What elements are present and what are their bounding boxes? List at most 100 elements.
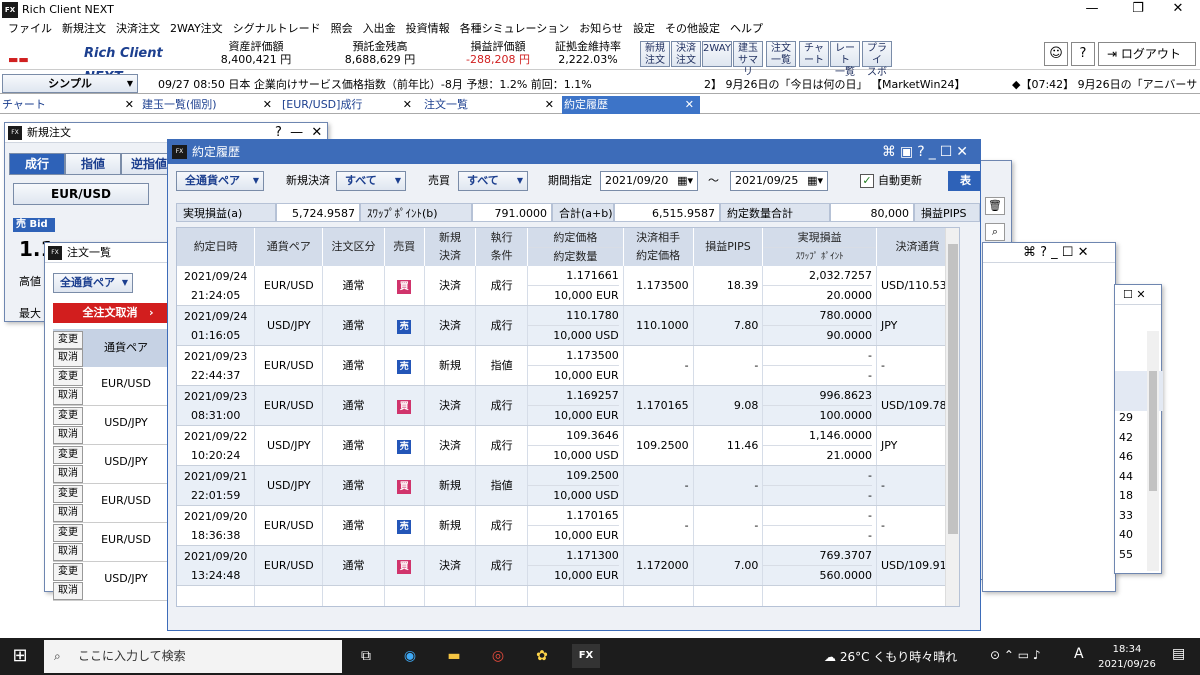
menu-item-9[interactable]: お知らせ <box>575 20 629 38</box>
cancel-order-button[interactable]: 取消 <box>53 582 83 600</box>
news-ticker-1[interactable]: 2】 9月26日の「今日は何の日」 【MarketWin24】 <box>704 76 965 92</box>
table-row[interactable]: 2021/09/23 22:44:37 EUR/USD 通常売新規 指値 1.173500… <box>177 345 959 386</box>
menu-item-5[interactable]: 照会 <box>327 20 359 38</box>
tab-market-order[interactable]: 成行 <box>9 153 65 175</box>
newclose-select[interactable]: すべて ▼ <box>336 171 406 191</box>
close-button[interactable]: ✕ <box>1156 0 1200 20</box>
change-order-button[interactable]: 変更 <box>53 368 83 386</box>
calendar-icon[interactable]: ▦▾ <box>807 172 823 190</box>
menu-item-10[interactable]: 設定 <box>629 20 661 38</box>
clock[interactable]: 18:34 2021/09/26 <box>1092 642 1162 672</box>
tool-button-2[interactable]: 2WAY <box>702 41 732 67</box>
tool-button-4[interactable]: 注文 一覧 <box>766 41 796 67</box>
window-buttons[interactable]: ⌘▣?_☐✕ <box>882 140 972 164</box>
windows-start-icon[interactable]: ⊞ <box>8 644 32 668</box>
maximize-button[interactable]: ❐ <box>1116 0 1160 20</box>
currency-pair-select[interactable]: EUR/USD <box>13 183 149 205</box>
change-order-button[interactable]: 変更 <box>53 524 83 542</box>
tab-4[interactable]: 約定履歴 ✕ <box>562 96 700 114</box>
side-select[interactable]: すべて ▼ <box>458 171 528 191</box>
explorer-icon[interactable]: ▬ <box>442 644 466 668</box>
order-filter-select[interactable]: 全通貨ペア ▼ <box>53 273 133 293</box>
order-row[interactable]: 変更 取消 USD/JPY <box>53 406 183 445</box>
help-icon[interactable]: ? <box>1071 42 1095 66</box>
tab-close-icon[interactable]: ✕ <box>403 96 412 114</box>
chrome-icon[interactable]: ◎ <box>486 644 510 668</box>
tab-close-icon[interactable]: ✕ <box>545 96 554 114</box>
zoom-icon[interactable]: ⌕ <box>985 223 1005 241</box>
app-icon-2[interactable]: ✿ <box>530 644 554 668</box>
menu-item-8[interactable]: 各種シミュレーション <box>456 20 576 38</box>
task-view-icon[interactable]: ⧉ <box>354 644 378 668</box>
fx-app-icon[interactable]: FX <box>572 644 600 668</box>
minimize-button[interactable]: — <box>1070 0 1114 20</box>
tool-button-3[interactable]: 建玉 サマリ <box>733 41 763 78</box>
table-row[interactable]: 2021/09/20 13:24:48 EUR/USD 通常買決済 成行 1.171300… <box>177 545 959 586</box>
ime-indicator[interactable]: A <box>1074 646 1084 662</box>
window-buttons[interactable]: ⌘ ? _ ☐ ✕ <box>1023 243 1088 263</box>
order-row[interactable]: 変更 取消 USD/JPY <box>53 562 183 601</box>
taskbar-search[interactable]: ⌕ ここに入力して検索 <box>44 640 342 673</box>
scrollbar[interactable] <box>1147 331 1159 571</box>
tray-icons[interactable]: ⊙ ⌃ ▭ ♪ <box>990 648 1041 662</box>
edge-icon[interactable]: ◉ <box>398 644 422 668</box>
order-row[interactable]: 変更 取消 EUR/USD <box>53 484 183 523</box>
change-order-button[interactable]: 変更 <box>53 563 83 581</box>
cancel-order-button[interactable]: 取消 <box>53 387 83 405</box>
notification-icon[interactable]: ▤ <box>1172 646 1185 662</box>
cancel-all-button[interactable]: 全注文取消 › <box>53 303 183 323</box>
order-row[interactable]: 変更 取消 USD/JPY <box>53 445 183 484</box>
menu-item-7[interactable]: 投資情報 <box>402 20 456 38</box>
col-side[interactable]: 売買 <box>384 228 425 266</box>
calendar-icon[interactable]: ▦▾ <box>677 172 693 190</box>
logout-button[interactable]: ⇥ ログアウト <box>1098 42 1196 66</box>
table-row[interactable]: 2021/09/24 01:16:05 USD/JPY 通常売決済 成行 110.1780… <box>177 305 959 346</box>
weather-widget[interactable]: ☁ 26°C くもり時々晴れ <box>824 648 957 665</box>
order-row[interactable]: 変更 取消 EUR/USD <box>53 523 183 562</box>
tool-button-0[interactable]: 新規 注文 <box>640 41 670 67</box>
menu-item-1[interactable]: 新規注文 <box>58 20 112 38</box>
menu-item-2[interactable]: 決済注文 <box>112 20 166 38</box>
col-price[interactable]: 約定価格 約定数量 <box>527 228 624 266</box>
menu-item-6[interactable]: 入出金 <box>359 20 402 38</box>
tool-button-1[interactable]: 決済 注文 <box>671 41 701 67</box>
tab-limit-order[interactable]: 指値 <box>65 153 121 175</box>
tab-close-icon[interactable]: ✕ <box>685 96 694 114</box>
tab-3[interactable]: 注文一覧 ✕ <box>422 96 560 114</box>
layout-select[interactable]: シンプル ▼ <box>2 74 138 93</box>
table-row[interactable]: 2021/09/23 08:31:00 EUR/USD 通常買決済 成行 1.169257… <box>177 385 959 426</box>
trash-icon[interactable]: 🗑 <box>985 197 1005 215</box>
menu-item-4[interactable]: シグナルトレード <box>229 20 327 38</box>
change-order-button[interactable]: 変更 <box>53 446 83 464</box>
table-row[interactable]: 2021/09/24 21:24:05 EUR/USD 通常買決済 成行 1.171661… <box>177 266 959 306</box>
tab-2[interactable]: [EUR/USD]成行 ✕ <box>280 96 418 114</box>
cancel-order-button[interactable]: 取消 <box>53 426 83 444</box>
robot-icon[interactable]: ☺ <box>1044 42 1068 66</box>
news-ticker-2[interactable]: ◆【07:42】 9月26日の「アニバーサ <box>1012 76 1197 92</box>
change-order-button[interactable]: 変更 <box>53 485 83 503</box>
tool-button-7[interactable]: プライ スボ <box>862 41 892 78</box>
change-order-button[interactable]: 変更 <box>53 407 83 425</box>
cancel-order-button[interactable]: 取消 <box>53 543 83 561</box>
order-row[interactable]: 変更 取消 EUR/USD <box>53 367 183 406</box>
table-row[interactable]: 2021/09/21 22:01:59 USD/JPY 通常買新規 指値 109.2500… <box>177 465 959 506</box>
tool-button-5[interactable]: チャ ート <box>799 41 829 67</box>
pair-filter-select[interactable]: 全通貨ペア ▼ <box>176 171 264 191</box>
col-counter[interactable]: 決済相手 約定価格 <box>623 228 694 266</box>
menu-item-11[interactable]: その他設定 <box>661 20 726 38</box>
auto-update-checkbox[interactable]: ✓ <box>860 174 874 188</box>
table-row[interactable]: 2021/09/20 18:36:38 EUR/USD 通常売新規 成行 1.170165… <box>177 505 959 546</box>
col-newclose[interactable]: 新規 決済 <box>424 228 477 266</box>
cancel-order-button[interactable]: 取消 <box>53 465 83 483</box>
tab-close-icon[interactable]: ✕ <box>125 96 134 114</box>
col-pips[interactable]: 損益PIPS <box>693 228 764 266</box>
date-to-field[interactable]: 2021/09/25 ▦▾ <box>730 171 828 191</box>
table-scrollbar[interactable] <box>945 228 959 606</box>
date-from-field[interactable]: 2021/09/20 ▦▾ <box>600 171 698 191</box>
tab-0[interactable]: チャート ✕ <box>0 96 140 114</box>
col-datetime[interactable]: 約定日時 <box>177 228 256 266</box>
tab-1[interactable]: 建玉一覧(個別) ✕ <box>140 96 278 114</box>
menu-item-12[interactable]: ヘルプ <box>726 20 769 38</box>
table-row[interactable]: 2021/09/22 10:20:24 USD/JPY 通常売決済 成行 109.3646… <box>177 425 959 466</box>
tool-button-6[interactable]: レート 一覧 <box>830 41 860 78</box>
